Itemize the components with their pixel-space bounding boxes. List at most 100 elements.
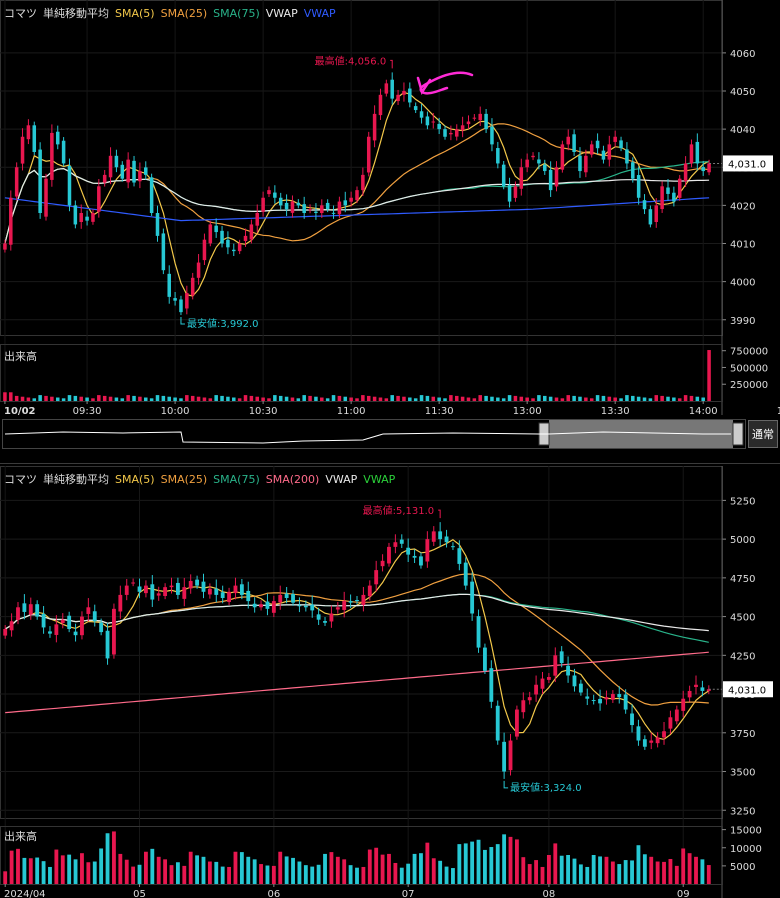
candle-body [97,186,101,212]
legend-vwap-white[interactable]: VWAP [325,473,357,486]
candle-body [666,187,670,194]
legend-vwap-green[interactable]: VWAP [363,473,395,486]
volume-bar [672,397,676,401]
y-tick-label: 5000 [730,535,755,546]
candle-body [642,739,647,747]
candle-body [182,587,187,599]
candle-body [102,174,107,183]
legend-sma5[interactable]: SMA(5) [115,7,155,20]
volume-bar [431,858,436,884]
candle-body [589,144,594,155]
candle-body [243,235,248,242]
volume-bar [150,848,155,884]
volume-bar [26,397,31,401]
candle-body [195,579,200,586]
candle-body [284,593,289,598]
candle-body [239,584,244,595]
candle-body [519,167,524,189]
volume-bar [419,395,424,401]
daily-legend: コマツ 単純移動平均 SMA(5) SMA(25) SMA(75) SMA(200) VWA… [4,471,401,487]
volume-bar [163,859,168,884]
legend-sma25[interactable]: SMA(25) [161,7,208,20]
volume-bar [585,866,590,884]
volume-bar [80,853,84,884]
x-tick-label: 11:30 [425,406,454,417]
daily-price-chart[interactable]: 325035003750400042504500475050005250最高値:… [0,466,780,898]
candle-body [80,616,84,636]
candle-body [687,690,692,698]
volume-bar [478,395,482,401]
candle-body [484,113,488,130]
candle-body [630,713,634,726]
normal-mode-button[interactable]: 通常 [748,420,778,448]
candle-body [674,709,679,722]
volume-bar [393,862,398,884]
volume-bar [28,858,33,884]
volume-bar [156,856,161,884]
volume-bar [460,396,465,401]
x-tick-label: 08 [543,889,556,898]
volume-bar [695,396,700,401]
volume-bar [631,395,635,401]
candle-body [144,167,148,175]
candle-body [14,167,19,197]
candle-body [534,684,539,695]
legend-sma5[interactable]: SMA(5) [115,473,155,486]
candle-body [44,178,48,217]
volume-bar [342,859,347,884]
volume-bar [48,866,52,884]
y-tick-label: 4000 [730,278,755,289]
candle-body [472,117,477,119]
candle-body [155,213,160,236]
volume-bar [132,395,136,401]
volume-bar [349,397,353,401]
volume-bar [412,853,417,884]
legend-vwap-blue[interactable]: VWAP [304,7,336,20]
candle-body [343,200,348,206]
volume-bar [387,853,391,884]
volume-bar [642,397,647,401]
legend-vwap-white[interactable]: VWAP [266,7,298,20]
candle-body [163,587,168,596]
volume-bar [534,860,539,884]
candle-body [48,631,52,634]
high-marker [390,59,393,69]
time-scrollbar[interactable] [2,419,746,449]
volume-bar [291,857,295,884]
volume-bar [9,850,14,884]
candle-body [73,631,78,636]
candle-body [613,136,617,142]
volume-bar [444,866,449,884]
volume-bar [566,855,570,884]
candle-body [320,205,324,213]
candle-body [32,125,37,152]
sma5-line [4,538,710,740]
candle-body [662,731,666,738]
y-tick-label: 4010 [730,240,755,251]
volume-bar [343,396,348,401]
volume-bar [578,396,582,401]
candle-body [387,546,391,564]
sma200-line [5,651,709,714]
candle-body [290,201,295,213]
volume-tick-label: 15000 [730,826,762,837]
volume-bar [374,847,379,884]
candle-body [413,106,418,111]
candle-body [508,740,513,771]
x-tick-label: 09 [677,889,690,898]
volume-bar [419,853,423,884]
y-tick-label: 5250 [730,496,755,507]
legend-sma25[interactable]: SMA(25) [161,473,208,486]
candle-body [355,190,359,201]
volume-bar [302,395,306,401]
legend-sma75[interactable]: SMA(75) [213,7,260,20]
volume-bar [255,396,260,401]
intraday-price-chart[interactable]: 39904000401040204030404040504060最高値:4,05… [0,0,780,456]
legend-sma200[interactable]: SMA(200) [266,473,320,486]
legend-sma75[interactable]: SMA(75) [213,473,260,486]
candle-body [342,601,347,610]
volume-bar [331,395,336,401]
volume-bar [490,396,494,401]
volume-bar [16,848,20,884]
x-tick-label: 11:00 [337,406,366,417]
